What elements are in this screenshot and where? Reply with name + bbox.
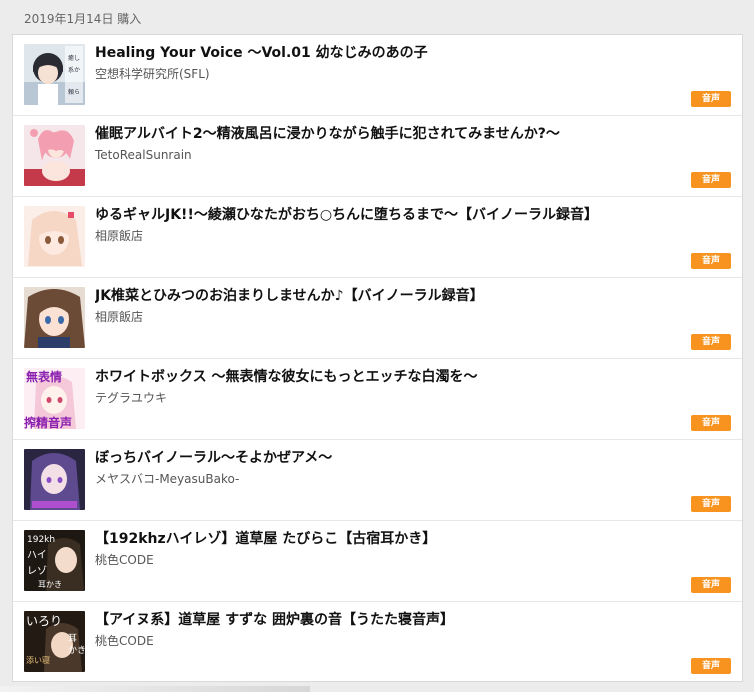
list-item[interactable]: ゆるギャルJK!!〜綾瀬ひなたがおち○ちんに堕ちるまで〜【バイノーラル録音】 相… [13,197,742,278]
product-title[interactable]: ゆるギャルJK!!〜綾瀬ひなたがおち○ちんに堕ちるまで〜【バイノーラル録音】 [95,206,722,224]
svg-text:癒し: 癒し [68,54,80,62]
svg-text:耳: 耳 [68,633,77,644]
svg-text:192kh: 192kh [27,535,55,545]
product-thumbnail[interactable] [24,125,85,186]
list-item[interactable]: 催眠アルバイト2〜精液風呂に浸かりながら触手に犯されてみませんか?〜 TetoR… [13,116,742,197]
category-badge: 音声 [691,172,731,188]
svg-text:ハイ: ハイ [27,550,47,561]
product-thumbnail[interactable]: 192kh ハイ レゾ 耳かき [24,530,85,591]
svg-text:系か: 系か [68,66,80,74]
list-item[interactable]: ぼっちバイノーラル〜そよかぜアメ〜 メヤスバコ-MeyasuBako- 音声 [13,440,742,521]
circle-name[interactable]: テグラユウキ [95,390,167,406]
list-item[interactable]: JK椎菜とひみつのお泊まりしませんか♪【バイノーラル録音】 相原飯店 音声 [13,278,742,359]
product-title[interactable]: 催眠アルバイト2〜精液風呂に浸かりながら触手に犯されてみませんか?〜 [95,125,722,143]
category-badge: 音声 [691,334,731,350]
circle-name[interactable]: 相原飯店 [95,309,143,325]
svg-text:いろり: いろり [26,614,62,628]
category-badge: 音声 [691,415,731,431]
footer-shadow [0,686,310,692]
circle-name[interactable]: メヤスバコ-MeyasuBako- [95,471,239,487]
category-badge: 音声 [691,496,731,512]
svg-text:搾精音声: 搾精音声 [24,415,72,429]
product-thumbnail[interactable] [24,206,85,267]
svg-text:レゾ: レゾ [27,565,47,577]
product-title[interactable]: ぼっちバイノーラル〜そよかぜアメ〜 [95,449,722,467]
category-badge: 音声 [691,577,731,593]
product-thumbnail[interactable] [24,287,85,348]
product-thumbnail[interactable]: いろり 耳 かき 添い寝 [24,611,85,672]
svg-text:頼ら: 頼ら [68,88,80,96]
list-item[interactable]: 癒し 系か 頼ら Healing Your Voice 〜Vol.01 幼なじみ… [13,35,742,116]
category-badge: 音声 [691,658,731,674]
product-thumbnail[interactable]: 無表情 搾精音声 [24,368,85,429]
product-title[interactable]: JK椎菜とひみつのお泊まりしませんか♪【バイノーラル録音】 [95,287,722,305]
category-badge: 音声 [691,253,731,269]
product-thumbnail[interactable] [24,449,85,510]
product-title[interactable]: Healing Your Voice 〜Vol.01 幼なじみのあの子 [95,44,722,62]
circle-name[interactable]: 空想科学研究所(SFL) [95,66,210,82]
svg-text:かき: かき [68,645,85,656]
product-thumbnail[interactable]: 癒し 系か 頼ら [24,44,85,105]
circle-name[interactable]: 桃色CODE [95,552,154,568]
svg-text:無表情: 無表情 [26,369,62,384]
list-item[interactable]: 無表情 搾精音声 ホワイトボックス 〜無表情な彼女にもっとエッチな白濁を〜 テグ… [13,359,742,440]
circle-name[interactable]: 桃色CODE [95,633,154,649]
purchase-date-header: 2019年1月14日 購入 [24,12,142,26]
svg-text:耳かき: 耳かき [38,580,62,589]
list-item[interactable]: 192kh ハイ レゾ 耳かき 【192khzハイレゾ】道草屋 たびらこ【古宿耳… [13,521,742,602]
product-title[interactable]: 【192khzハイレゾ】道草屋 たびらこ【古宿耳かき】 [95,530,722,548]
category-badge: 音声 [691,91,731,107]
product-title[interactable]: 【アイヌ系】道草屋 すずな 囲炉裏の音【うたた寝音声】 [95,611,722,629]
product-title[interactable]: ホワイトボックス 〜無表情な彼女にもっとエッチな白濁を〜 [95,368,722,386]
circle-name[interactable]: 相原飯店 [95,228,143,244]
list-item[interactable]: いろり 耳 かき 添い寝 【アイヌ系】道草屋 すずな 囲炉裏の音【うたた寝音声】… [13,602,742,683]
purchase-list: 癒し 系か 頼ら Healing Your Voice 〜Vol.01 幼なじみ… [12,34,743,682]
circle-name[interactable]: TetoRealSunrain [95,147,192,163]
svg-text:添い寝: 添い寝 [26,655,50,665]
